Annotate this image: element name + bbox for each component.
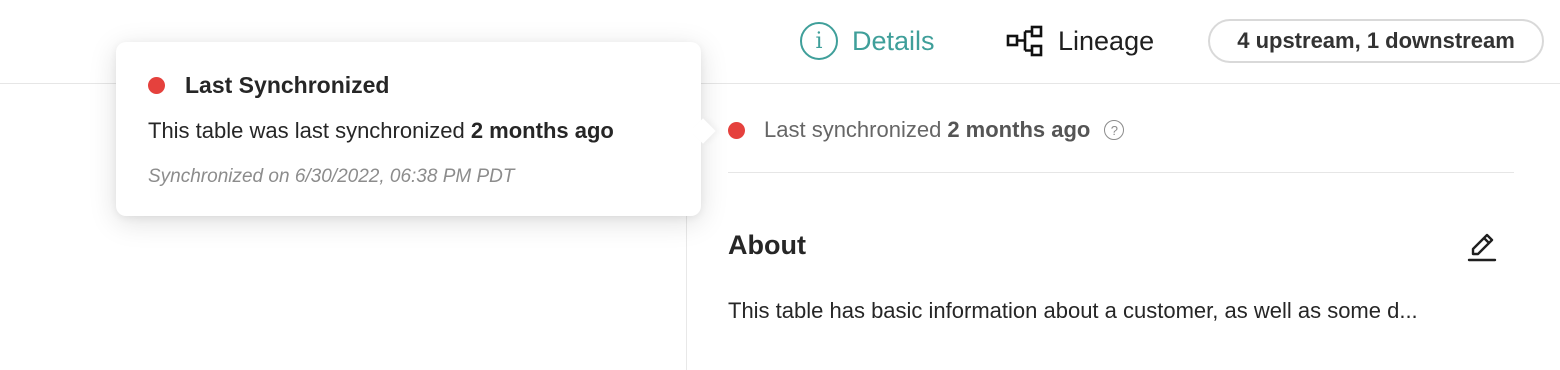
details-panel: Last synchronized 2 months ago ? About T… (687, 84, 1560, 370)
section-divider (728, 172, 1514, 173)
tooltip-status-dot (148, 76, 165, 94)
tooltip-sync-timestamp: Synchronized on 6/30/2022, 06:38 PM PDT (148, 166, 515, 187)
tooltip-header: Last Synchronized (148, 70, 389, 100)
sync-value: 2 months ago (947, 117, 1091, 142)
tab-lineage-label: Lineage (1058, 25, 1155, 56)
tooltip-body-prefix: This table was last synchronized (148, 118, 471, 143)
lineage-graph-icon (1006, 25, 1043, 57)
page: i Details Lineage 4 upstream, 1 downstre… (0, 0, 1560, 370)
sync-status-dot (728, 121, 745, 139)
tab-details-label: Details (852, 25, 935, 56)
tooltip-body-value: 2 months ago (470, 118, 614, 143)
last-synchronized-row[interactable]: Last synchronized 2 months ago ? (728, 114, 1125, 146)
about-description: This table has basic information about a… (728, 298, 1418, 323)
tab-details[interactable]: i Details (800, 20, 935, 62)
sync-tooltip: Last Synchronized This table was last sy… (116, 42, 716, 216)
pencil-icon[interactable] (1465, 230, 1499, 264)
sync-label: Last synchronized (764, 117, 942, 142)
tooltip-body: This table was last synchronized 2 month… (148, 118, 614, 144)
question-circle-icon[interactable]: ? (1104, 120, 1125, 140)
about-heading: About (728, 230, 806, 260)
tab-lineage[interactable]: Lineage (1006, 20, 1154, 62)
tooltip-title: Last Synchronized (185, 71, 390, 98)
lineage-count-pill[interactable]: 4 upstream, 1 downstream (1208, 19, 1544, 63)
info-circle-icon: i (800, 22, 838, 60)
